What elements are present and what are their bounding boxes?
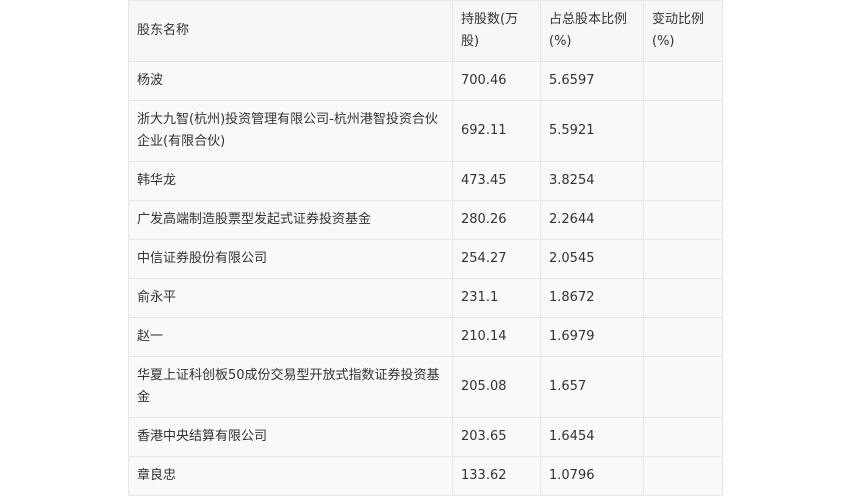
cell-ratio: 5.5921: [540, 100, 644, 162]
table-row: 浙大九智(杭州)投资管理有限公司-杭州港智投资合伙企业(有限合伙) 692.11…: [128, 100, 723, 162]
cell-ratio: 3.8254: [540, 161, 644, 201]
table-row: 华夏上证科创板50成份交易型开放式指数证券投资基金 205.08 1.657: [128, 356, 723, 418]
cell-change: [643, 356, 723, 418]
cell-name: 广发高端制造股票型发起式证券投资基金: [128, 200, 453, 240]
cell-change: [643, 161, 723, 201]
cell-shares: 203.65: [452, 417, 541, 457]
table-row: 香港中央结算有限公司 203.65 1.6454: [128, 417, 723, 457]
cell-ratio: 5.6597: [540, 61, 644, 101]
cell-change: [643, 317, 723, 357]
cell-shares: 692.11: [452, 100, 541, 162]
cell-shares: 254.27: [452, 239, 541, 279]
table-row: 广发高端制造股票型发起式证券投资基金 280.26 2.2644: [128, 200, 723, 240]
table-row: 韩华龙 473.45 3.8254: [128, 161, 723, 201]
cell-change: [643, 100, 723, 162]
cell-ratio: 1.8672: [540, 278, 644, 318]
cell-ratio: 1.6979: [540, 317, 644, 357]
table-row: 中信证券股份有限公司 254.27 2.0545: [128, 239, 723, 279]
cell-name: 章良忠: [128, 456, 453, 496]
cell-ratio: 1.657: [540, 356, 644, 418]
cell-ratio: 1.0796: [540, 456, 644, 496]
shareholder-table: 股东名称 持股数(万股) 占总股本比例(%) 变动比例(%) 杨波 700.46…: [128, 0, 723, 496]
header-shareholder-name: 股东名称: [128, 0, 453, 62]
cell-shares: 133.62: [452, 456, 541, 496]
cell-name: 赵一: [128, 317, 453, 357]
cell-name: 韩华龙: [128, 161, 453, 201]
cell-ratio: 2.0545: [540, 239, 644, 279]
cell-name: 香港中央结算有限公司: [128, 417, 453, 457]
table-row: 章良忠 133.62 1.0796: [128, 456, 723, 496]
cell-change: [643, 61, 723, 101]
header-shares: 持股数(万股): [452, 0, 541, 62]
cell-change: [643, 417, 723, 457]
header-ratio: 占总股本比例(%): [540, 0, 644, 62]
cell-ratio: 2.2644: [540, 200, 644, 240]
cell-shares: 210.14: [452, 317, 541, 357]
cell-shares: 473.45: [452, 161, 541, 201]
table-row: 杨波 700.46 5.6597: [128, 61, 723, 101]
table-row: 赵一 210.14 1.6979: [128, 317, 723, 357]
header-change: 变动比例(%): [643, 0, 723, 62]
table-header-row: 股东名称 持股数(万股) 占总股本比例(%) 变动比例(%): [128, 0, 723, 62]
cell-name: 华夏上证科创板50成份交易型开放式指数证券投资基金: [128, 356, 453, 418]
cell-change: [643, 456, 723, 496]
cell-shares: 231.1: [452, 278, 541, 318]
table-row: 俞永平 231.1 1.8672: [128, 278, 723, 318]
cell-change: [643, 239, 723, 279]
cell-ratio: 1.6454: [540, 417, 644, 457]
cell-name: 浙大九智(杭州)投资管理有限公司-杭州港智投资合伙企业(有限合伙): [128, 100, 453, 162]
cell-name: 杨波: [128, 61, 453, 101]
cell-name: 俞永平: [128, 278, 453, 318]
cell-change: [643, 200, 723, 240]
shareholder-table-container: 股东名称 持股数(万股) 占总股本比例(%) 变动比例(%) 杨波 700.46…: [128, 0, 723, 496]
cell-shares: 280.26: [452, 200, 541, 240]
cell-shares: 205.08: [452, 356, 541, 418]
cell-shares: 700.46: [452, 61, 541, 101]
cell-change: [643, 278, 723, 318]
cell-name: 中信证券股份有限公司: [128, 239, 453, 279]
